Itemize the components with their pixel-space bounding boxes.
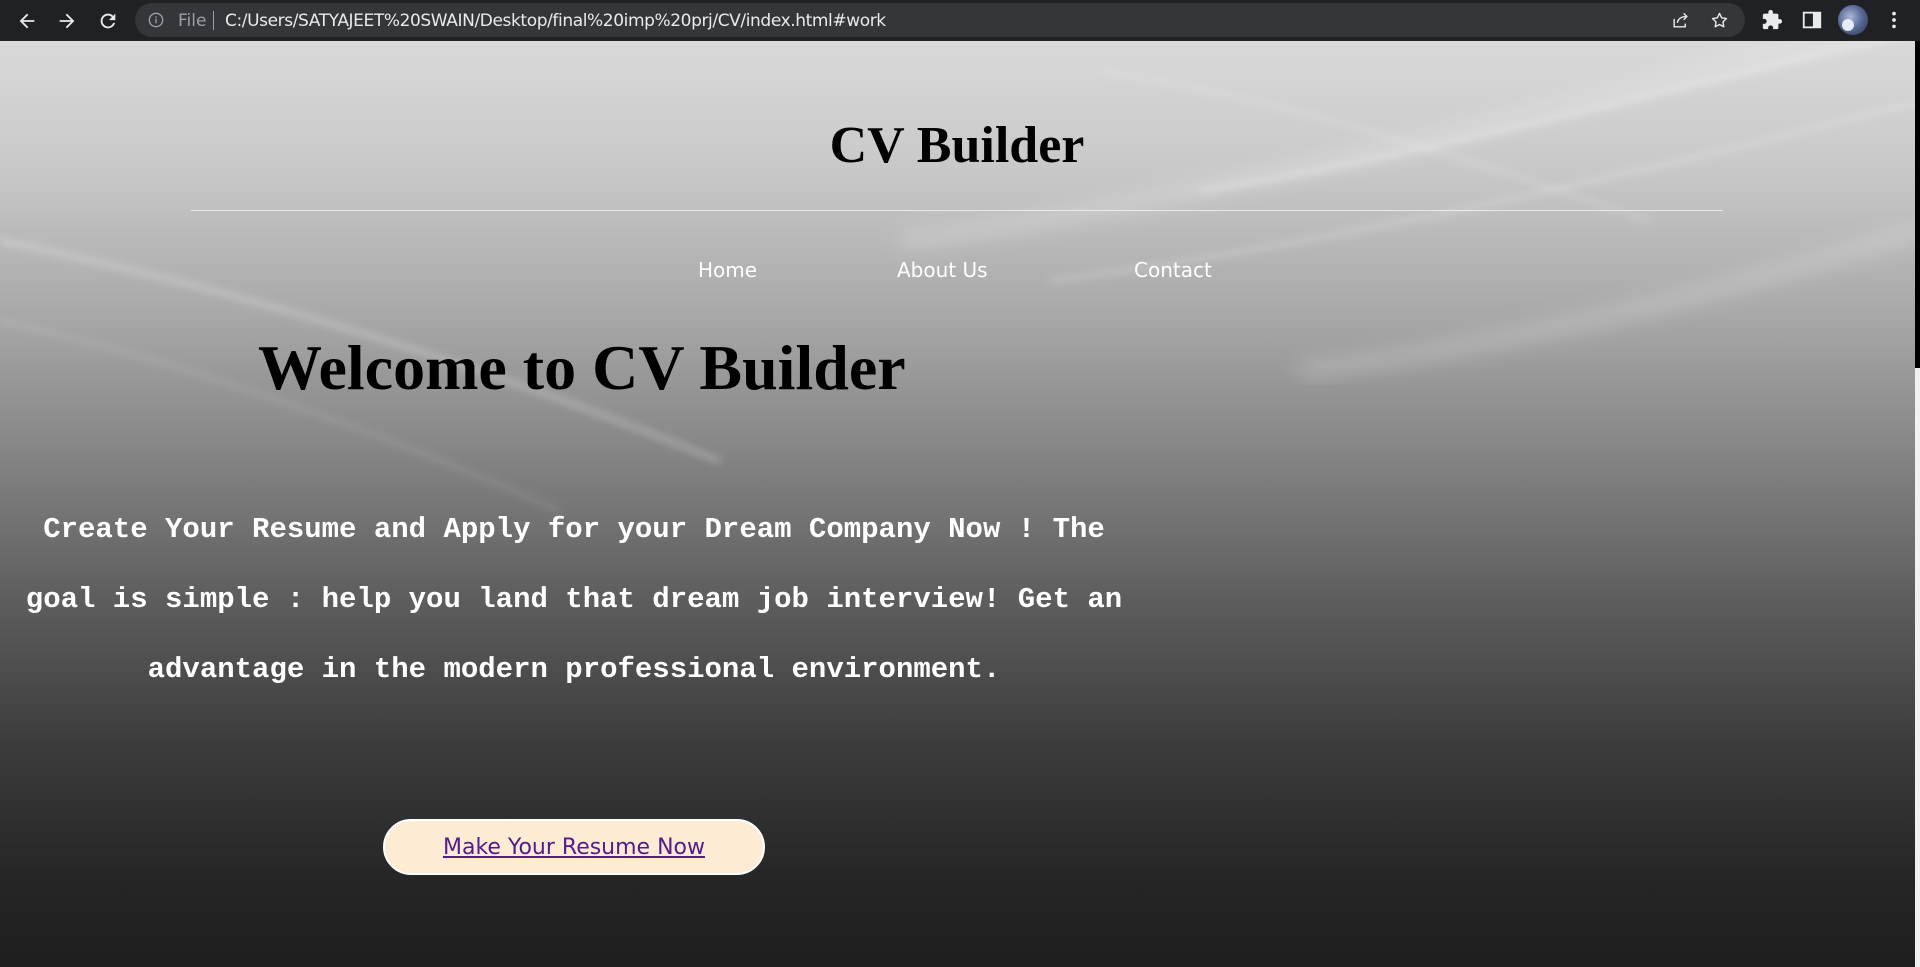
page-scrollbar[interactable] <box>1915 41 1920 967</box>
reload-icon <box>100 13 115 28</box>
address-separator <box>213 11 214 30</box>
nav-link-home[interactable]: Home <box>698 258 757 282</box>
extensions-icon[interactable] <box>1761 9 1783 31</box>
side-panel-icon[interactable] <box>1801 9 1823 31</box>
scrollbar-thumb[interactable] <box>1915 41 1920 368</box>
file-scheme-label: File <box>178 11 207 31</box>
page-viewport: CV Builder Home About Us Contact Welcome… <box>0 41 1920 967</box>
profile-avatar[interactable] <box>1838 5 1868 35</box>
welcome-heading: Welcome to CV Builder <box>258 332 906 403</box>
nav-link-contact[interactable]: Contact <box>1134 258 1212 282</box>
back-button[interactable] <box>12 6 41 35</box>
nav-link-about-us[interactable]: About Us <box>897 258 988 282</box>
tagline-line: Create Your Resume and Apply for your Dr… <box>43 513 1105 546</box>
header-divider <box>191 210 1723 211</box>
arrow-right-icon <box>59 13 74 28</box>
address-bar[interactable]: File C:/Users/SATYAJEET%20SWAIN/Desktop/… <box>135 3 1745 37</box>
make-resume-button[interactable]: Make Your Resume Now <box>383 819 765 875</box>
star-icon[interactable] <box>1710 11 1729 30</box>
site-title: CV Builder <box>829 117 1085 174</box>
make-resume-link[interactable]: Make Your Resume Now <box>443 835 705 860</box>
info-icon[interactable] <box>148 12 164 28</box>
url-text[interactable]: C:/Users/SATYAJEET%20SWAIN/Desktop/final… <box>225 11 886 31</box>
share-icon[interactable] <box>1671 11 1690 30</box>
reload-button[interactable] <box>93 6 122 35</box>
forward-button[interactable] <box>52 6 81 35</box>
tagline-paragraph: Create Your Resume and Apply for your Dr… <box>0 495 1148 705</box>
tagline-line: advantage in the modern professional env… <box>147 653 1001 686</box>
more-menu-icon[interactable] <box>1883 9 1905 31</box>
tagline-line: goal is simple : help you land that drea… <box>25 583 1123 616</box>
arrow-left-icon <box>19 13 34 28</box>
browser-toolbar: File C:/Users/SATYAJEET%20SWAIN/Desktop/… <box>0 0 1920 41</box>
